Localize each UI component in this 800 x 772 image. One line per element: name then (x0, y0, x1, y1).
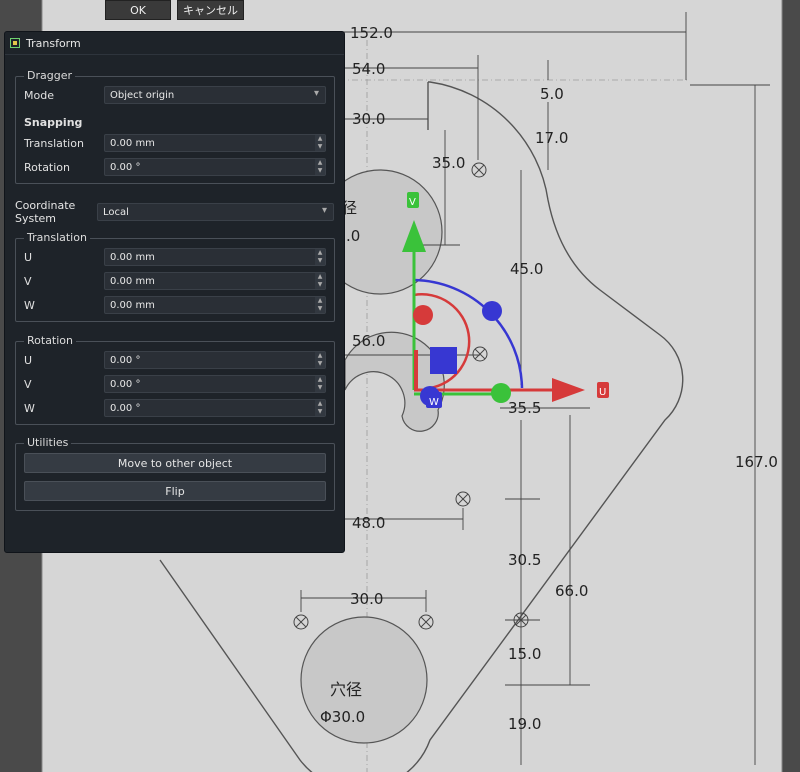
dim-19: 19.0 (508, 715, 541, 733)
snap-translation-label: Translation (24, 136, 84, 150)
dim-30-5: 30.5 (508, 551, 541, 569)
utilities-legend: Utilities (24, 436, 72, 449)
rotation-v-value: 0.00 ° (110, 378, 141, 390)
snap-rotation-value: 0.00 ° (110, 161, 141, 173)
transform-icon (10, 38, 20, 48)
translation-w-value: 0.00 mm (110, 299, 155, 311)
v-axis-label: V (409, 197, 416, 208)
move-to-other-object-button[interactable]: Move to other object (24, 453, 326, 473)
coordinate-system-select[interactable]: Local (97, 203, 334, 221)
dim-48: 48.0 (352, 514, 385, 532)
rotation-w-input[interactable]: 0.00 ° ▲ ▼ (104, 399, 326, 417)
rotation-w-label: W (24, 401, 35, 415)
dim-66: 66.0 (555, 582, 588, 600)
dim-35: 35.0 (432, 154, 465, 172)
translation-u-value: 0.00 mm (110, 251, 155, 263)
flip-button[interactable]: Flip (24, 481, 326, 501)
translation-v-value: 0.00 mm (110, 275, 155, 287)
dim-fragment: .0 (346, 227, 360, 245)
panel-title: Transform (26, 36, 81, 50)
snap-rotation-input[interactable]: 0.00 ° ▲ ▼ (104, 158, 326, 176)
dim-167: 167.0 (735, 453, 778, 471)
translation-u-label: U (24, 250, 33, 264)
translation-w-label: W (24, 298, 35, 312)
rotation-v-label: V (24, 377, 32, 391)
rotation-legend: Rotation (24, 334, 77, 347)
translation-group: Translation U 0.00 mm ▲ ▼ V 0.00 mm ▲ ▼ W 0.… (15, 231, 335, 322)
dragger-group: Dragger Mode Object origin Snapping Tran… (15, 69, 335, 184)
translation-w-input[interactable]: 0.00 mm ▲ ▼ (104, 296, 326, 314)
rotation-w-value: 0.00 ° (110, 402, 141, 414)
dim-45: 45.0 (510, 260, 543, 278)
translation-v-input[interactable]: 0.00 mm ▲ ▼ (104, 272, 326, 290)
dim-35-5: 35.5 (508, 399, 541, 417)
rotation-u-input[interactable]: 0.00 ° ▲ ▼ (104, 351, 326, 369)
mode-label: Mode (24, 88, 54, 102)
spinner[interactable]: ▲ ▼ (315, 273, 325, 289)
spinner[interactable]: ▲ ▼ (315, 400, 325, 416)
spinner[interactable]: ▲ ▼ (315, 352, 325, 368)
coordinate-system-value: Local (103, 206, 129, 218)
mode-select[interactable]: Object origin (104, 86, 326, 104)
spinner[interactable]: ▲ ▼ (315, 159, 325, 175)
snapping-label: Snapping (24, 115, 83, 129)
u-axis-label: U (599, 387, 606, 398)
dim-5: 5.0 (540, 85, 564, 103)
rotation-v-input[interactable]: 0.00 ° ▲ ▼ (104, 375, 326, 393)
dim-17: 17.0 (535, 129, 568, 147)
dim-30b: 30.0 (350, 590, 383, 608)
spinner[interactable]: ▲ ▼ (315, 135, 325, 151)
rotation-u-value: 0.00 ° (110, 354, 141, 366)
w-axis-label: W (429, 397, 439, 408)
dragger-legend: Dragger (24, 69, 75, 82)
rotation-handle-red[interactable] (413, 305, 433, 325)
rotation-handle-blue[interactable] (482, 301, 502, 321)
transform-panel: Transform Dragger Mode Object origin Sna… (4, 31, 345, 553)
dim-56: 56.0 (352, 332, 385, 350)
panel-titlebar: Transform (5, 32, 344, 55)
hole-label: 穴径 (330, 680, 362, 699)
rotation-u-label: U (24, 353, 33, 367)
spinner[interactable]: ▲ ▼ (315, 297, 325, 313)
hole-diameter: Φ30.0 (320, 708, 365, 726)
translation-legend: Translation (24, 231, 90, 244)
plane-handle-red[interactable] (414, 350, 418, 390)
dim-152: 152.0 (350, 24, 393, 42)
plane-handle-blue[interactable] (430, 347, 457, 374)
dim-15: 15.0 (508, 645, 541, 663)
translation-u-input[interactable]: 0.00 mm ▲ ▼ (104, 248, 326, 266)
dim-54: 54.0 (352, 60, 385, 78)
coordinate-system-label: Coordinate System (15, 199, 76, 225)
translation-v-label: V (24, 274, 32, 288)
translation-handle-green[interactable] (491, 383, 511, 403)
snap-rotation-label: Rotation (24, 160, 71, 174)
spinner[interactable]: ▲ ▼ (315, 249, 325, 265)
mode-value: Object origin (110, 89, 175, 101)
rotation-group: Rotation U 0.00 ° ▲ ▼ V 0.00 ° ▲ ▼ W 0.00 ° ▲… (15, 334, 335, 425)
snap-translation-value: 0.00 mm (110, 137, 155, 149)
spinner[interactable]: ▲ ▼ (315, 376, 325, 392)
ok-button[interactable]: OK (105, 0, 171, 20)
snap-translation-input[interactable]: 0.00 mm ▲ ▼ (104, 134, 326, 152)
dim-30a: 30.0 (352, 110, 385, 128)
utilities-group: Utilities Move to other object Flip (15, 436, 335, 511)
cancel-button[interactable]: キャンセル (177, 0, 244, 20)
